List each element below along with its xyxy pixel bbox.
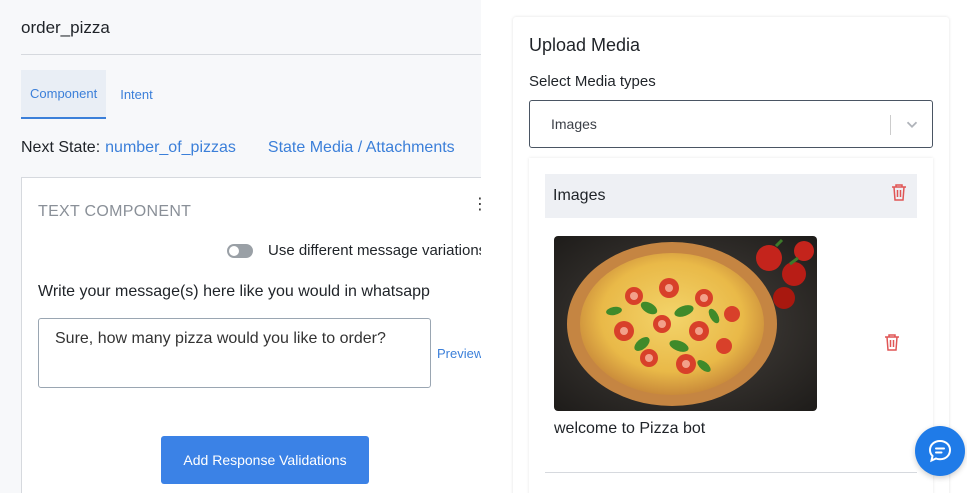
upload-media-title: Upload Media <box>529 35 641 55</box>
next-state-row: Next State: number_of_pizzas State Media… <box>21 139 455 157</box>
select-media-label: Select Media types <box>529 73 656 90</box>
toggle-label: Use different message variations <box>268 242 481 259</box>
more-options-icon[interactable]: ⋮ <box>472 194 481 214</box>
trash-icon[interactable] <box>884 333 900 351</box>
next-state-link[interactable]: number_of_pizzas <box>105 139 236 157</box>
chat-icon-glyph <box>928 439 952 463</box>
images-section-title: Images <box>553 187 606 204</box>
next-state-label: Next State: <box>21 139 101 156</box>
upload-media-panel: Upload Media Select Media types Images I… <box>481 0 967 493</box>
tab-intent[interactable]: Intent <box>111 70 162 119</box>
tab-bar: Component Intent <box>21 70 162 119</box>
state-editor-panel: order_pizza Component Intent Next State:… <box>0 0 481 493</box>
media-type-select[interactable]: Images <box>529 100 933 148</box>
divider <box>545 472 917 473</box>
media-type-value: Images <box>551 116 597 132</box>
upload-media-card: Upload Media Select Media types Images I… <box>513 17 949 493</box>
text-component-title: TEXT COMPONENT <box>38 203 192 220</box>
chat-bubble-icon[interactable] <box>915 426 965 476</box>
trash-icon[interactable] <box>891 183 907 201</box>
preview-link[interactable]: Preview <box>437 346 481 361</box>
text-component-card: TEXT COMPONENT ⋮ Use different message v… <box>21 177 481 493</box>
image-caption: welcome to Pizza bot <box>554 420 706 437</box>
tab-component[interactable]: Component <box>21 70 107 119</box>
message-input[interactable]: Sure, how many pizza would you like to o… <box>38 318 431 388</box>
add-response-validations-button[interactable]: Add Response Validations <box>161 436 369 484</box>
message-variation-toggle[interactable] <box>227 244 253 258</box>
state-media-link[interactable]: State Media / Attachments <box>268 139 455 157</box>
chevron-down-icon[interactable] <box>903 115 921 133</box>
divider <box>21 54 481 55</box>
pizza-image <box>554 236 817 411</box>
images-section-header: Images <box>545 174 917 218</box>
state-title: order_pizza <box>21 18 110 37</box>
write-message-label: Write your message(s) here like you woul… <box>38 283 430 300</box>
images-section: Images welcome to Pizza bot <box>529 158 933 493</box>
select-separator <box>890 115 891 135</box>
